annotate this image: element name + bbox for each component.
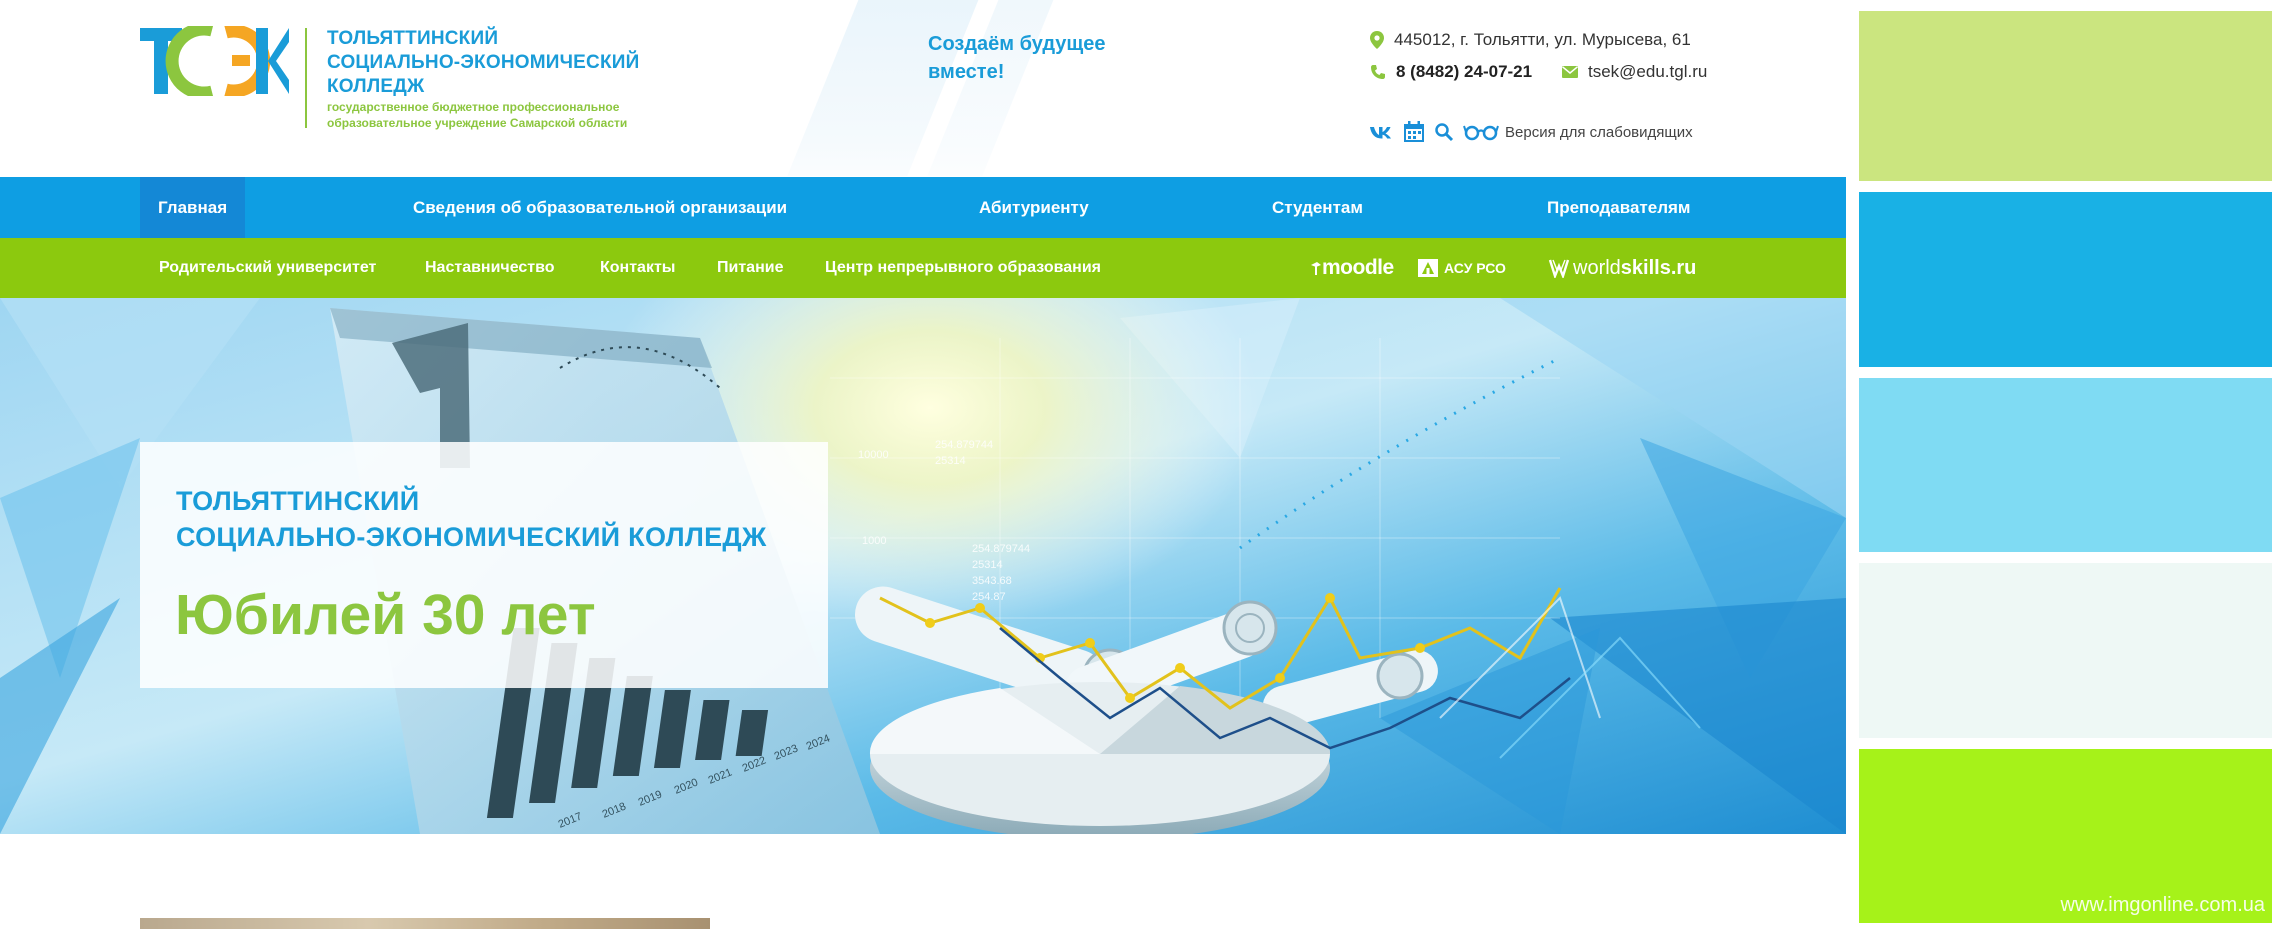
search-icon — [1435, 123, 1454, 142]
color-palette-panel: www.imgonline.com.ua — [1846, 0, 2281, 929]
site-header: ТОЛЬЯТТИНСКИЙ СОЦИАЛЬНО-ЭКОНОМИЧЕСКИЙ КО… — [0, 0, 1846, 176]
worldskills-link[interactable]: world skills.ru — [1548, 238, 1696, 298]
svg-text:25314: 25314 — [935, 455, 966, 467]
header-tools: Версия для слабовидящих — [1370, 118, 1702, 146]
calendar-icon — [1404, 121, 1424, 142]
phone-number[interactable]: 8 (8482) 24-07-21 — [1396, 62, 1532, 82]
moodle-hat-icon — [1311, 262, 1321, 275]
nav-item-continuing-education[interactable]: Центр непрерывного образования — [825, 238, 1101, 298]
nav-item-teachers[interactable]: Преподавателям — [1547, 177, 1691, 238]
nav-item-applicants[interactable]: Абитуриенту — [979, 177, 1089, 238]
nav-item-food[interactable]: Питание — [717, 238, 783, 298]
logo-title-line-3: КОЛЛЕДЖ — [327, 76, 425, 97]
palette-swatch-3 — [1859, 378, 2272, 552]
logo-subtitle-line-1: государственное бюджетное профессиональн… — [327, 100, 620, 114]
nav-item-mentoring[interactable]: Наставничество — [425, 238, 555, 298]
worldskills-text-bold[interactable]: skills.ru — [1621, 257, 1697, 280]
palette-swatch-4 — [1859, 563, 2272, 738]
email-row[interactable]: tsek@edu.tgl.ru — [1562, 60, 1707, 84]
asu-rso-text[interactable]: АСУ РСО — [1444, 260, 1506, 276]
logo-divider — [305, 28, 307, 128]
hero-title-line-2: СОЦИАЛЬНО-ЭКОНОМИЧЕСКИЙ КОЛЛЕДЖ — [176, 522, 767, 552]
worldskills-text-light[interactable]: world — [1573, 257, 1621, 280]
nav-item-organization-info[interactable]: Сведения об образовательной организации — [413, 177, 787, 238]
svg-text:25314: 25314 — [972, 559, 1003, 571]
svg-text:254.87: 254.87 — [972, 591, 1006, 603]
logo-title-line-1: ТОЛЬЯТТИНСКИЙ — [327, 28, 499, 49]
hero-title-line-1: ТОЛЬЯТТИНСКИЙ — [176, 486, 420, 516]
main-navigation: Главная Сведения об образовательной орга… — [0, 177, 1846, 238]
location-pin-icon — [1370, 31, 1384, 49]
content-area — [0, 834, 1846, 929]
accessibility-label[interactable]: Версия для слабовидящих — [1505, 124, 1693, 141]
svg-text:10000: 10000 — [858, 449, 889, 461]
email-link[interactable]: tsek@edu.tgl.ru — [1588, 62, 1707, 82]
phone-icon — [1371, 65, 1385, 79]
palette-swatch-1 — [1859, 11, 2272, 181]
nav-item-parent-university[interactable]: Родительский университет — [159, 238, 376, 298]
secondary-navigation: Родительский университет Наставничество … — [0, 238, 1846, 298]
nav-item-students[interactable]: Студентам — [1272, 177, 1363, 238]
asu-rso-icon — [1418, 259, 1438, 277]
phone-row[interactable]: 8 (8482) 24-07-21 — [1370, 60, 1532, 84]
moodle-logo-text[interactable]: moodle — [1322, 256, 1394, 280]
hero-text-card: ТОЛЬЯТТИНСКИЙ СОЦИАЛЬНО-ЭКОНОМИЧЕСКИЙ КО… — [140, 442, 828, 688]
worldskills-icon — [1548, 259, 1570, 278]
accessibility-version-link[interactable]: Версия для слабовидящих — [1463, 123, 1693, 141]
search-button[interactable] — [1434, 122, 1454, 142]
asu-rso-link[interactable]: АСУ РСО — [1418, 238, 1506, 298]
address-text: 445012, г. Тольятти, ул. Мурысева, 61 — [1394, 30, 1691, 49]
svg-text:3543.68: 3543.68 — [972, 575, 1012, 587]
vk-icon — [1370, 127, 1391, 139]
website: ТОЛЬЯТТИНСКИЙ СОЦИАЛЬНО-ЭКОНОМИЧЕСКИЙ КО… — [0, 0, 1846, 929]
logo-mark-icon — [140, 26, 289, 96]
glasses-icon — [1463, 125, 1499, 141]
address-row: 445012, г. Тольятти, ул. Мурысева, 61 — [1370, 28, 1691, 52]
watermark-text: www.imgonline.com.ua — [2060, 894, 2265, 916]
mail-icon — [1562, 66, 1578, 78]
svg-text:254.879744: 254.879744 — [972, 543, 1030, 555]
palette-swatch-2 — [1859, 192, 2272, 367]
news-thumbnail-image[interactable] — [140, 918, 710, 929]
logo-title-line-2: СОЦИАЛЬНО-ЭКОНОМИЧЕСКИЙ — [327, 52, 640, 73]
hero-headline: Юбилей 30 лет — [175, 583, 596, 647]
college-logo-link[interactable]: ТОЛЬЯТТИНСКИЙ СОЦИАЛЬНО-ЭКОНОМИЧЕСКИЙ КО… — [140, 26, 700, 136]
moodle-link[interactable]: moodle — [1311, 238, 1394, 298]
hero-banner[interactable]: 2017 2018 2019 2020 2021 2022 2023 2024 … — [0, 298, 1846, 834]
logo-subtitle-line-2: образовательное учреждение Самарской обл… — [327, 116, 628, 130]
nav-item-contacts[interactable]: Контакты — [600, 238, 675, 298]
vk-link[interactable] — [1370, 125, 1394, 139]
slogan-line-2: вместе! — [928, 61, 1005, 83]
svg-text:1000: 1000 — [862, 535, 886, 547]
slogan-line-1: Создаём будущее — [928, 33, 1106, 55]
nav-item-home[interactable]: Главная — [140, 177, 246, 238]
schedule-link[interactable] — [1403, 121, 1425, 143]
svg-text:254.879744: 254.879744 — [935, 439, 993, 451]
slogan: Создаём будущее вместе! — [928, 30, 1148, 86]
